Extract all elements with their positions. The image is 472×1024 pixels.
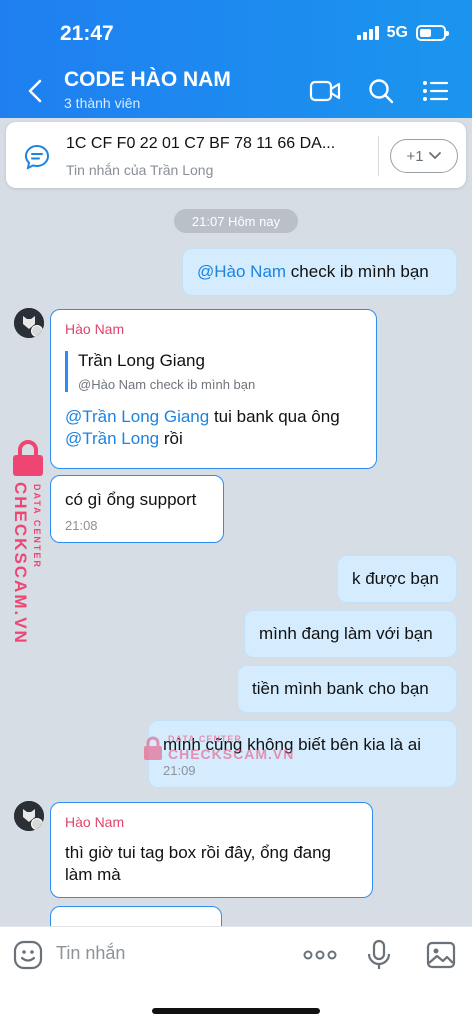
pinned-author: Tin nhắn của Trần Long [66,162,214,178]
time-separator: 21:07 Hôm nay [174,209,298,233]
message-bubble-incoming[interactable]: Hào Nam Trần Long Giang @Hào Nam check i… [50,309,377,469]
sender-name[interactable]: Hào Nam [65,814,372,830]
quoted-message[interactable]: Trần Long Giang @Hào Nam check ib mình b… [65,351,376,392]
message-body: @Trần Long Giang tui bank qua ông @Trần … [65,406,376,450]
quote-author: Trần Long Giang [78,351,205,370]
chat-header: 21:47 5G CODE HÀO NAM 3 thành viên [0,0,472,118]
watermark-tagline: DATA CENTER [32,484,42,569]
message-bubble-outgoing[interactable]: k được bạn [337,555,457,603]
watermark-brand: CHECKSCAM.VN [168,746,295,762]
lock-icon [13,440,43,476]
status-indicators: 5G [356,24,449,42]
pinned-message[interactable]: 1C CF F0 22 01 C7 BF 78 11 66 DA... Tin … [6,122,466,188]
message-text: thì giờ tui tag box rồi đây, ổng đang [65,843,332,862]
video-call-button[interactable] [308,74,342,108]
options-button[interactable] [418,74,452,108]
back-icon [28,79,42,103]
message-bubble-incoming[interactable]: Hào Nam thì giờ tui tag box rồi đây, ổng… [50,802,373,898]
pinned-more-label: +1 [406,147,424,165]
avatar-badge [31,325,43,337]
pinned-more-button[interactable]: +1 [390,139,458,173]
message-time: 21:08 [65,518,98,533]
chat-bubble-icon [24,144,50,170]
battery-icon [416,25,449,41]
message-bubble-incoming[interactable]: có gì ổng support 21:08 [50,475,224,543]
mention[interactable]: @Trần Long [65,429,159,448]
message-text: làm mà [65,865,121,884]
image-icon[interactable] [426,941,456,969]
sender-name[interactable]: Hào Nam [65,321,376,337]
message-text: mình đang làm với bạn [259,624,433,643]
watermark-tagline: DATA CENTER [168,734,242,744]
chat-title[interactable]: CODE HÀO NAM [64,68,231,92]
message-bubble-outgoing[interactable]: tiền mình bank cho bạn [237,665,457,713]
message-text: rồi [159,429,183,448]
watermark-vertical: CHECKSCAM.VN DATA CENTER [4,440,48,645]
watermark-brand: CHECKSCAM.VN [11,482,30,645]
status-time: 21:47 [60,22,114,45]
avatar-badge [31,818,43,830]
avatar[interactable] [14,308,44,338]
pinned-divider [378,136,379,176]
signal-icon [356,26,379,40]
lock-icon [144,736,162,760]
search-button[interactable] [364,74,398,108]
message-input[interactable]: Tin nhắn [56,943,125,964]
sticker-icon[interactable] [12,939,44,971]
video-call-icon [309,80,341,102]
avatar[interactable] [14,801,44,831]
watermark-center: DATA CENTER CHECKSCAM.VN [142,732,302,772]
message-bubble-outgoing[interactable]: mình đang làm với bạn [244,610,457,658]
more-icon[interactable] [300,943,340,967]
pinned-text: 1C CF F0 22 01 C7 BF 78 11 66 DA... [66,135,336,152]
message-text: tiền mình bank cho bạn [252,679,429,698]
network-label: 5G [386,24,408,41]
back-button[interactable] [20,76,50,106]
message-bubble-outgoing[interactable]: @Hào Nam check ib mình bạn [182,248,457,296]
message-text: có gì ổng support [65,490,197,509]
search-icon [369,79,394,104]
quote-text: @Hào Nam check ib mình bạn [78,377,256,392]
chevron-down-icon [428,152,441,160]
message-text: tui bank qua ông [209,407,340,426]
mention[interactable]: @Hào Nam [197,262,286,281]
message-body: thì giờ tui tag box rồi đây, ổng đang là… [65,842,372,886]
microphone-icon[interactable] [366,939,392,971]
list-icon [423,81,449,101]
message-text: check ib mình bạn [286,262,429,281]
message-text: k được bạn [352,569,439,588]
home-indicator [152,1008,320,1014]
member-count[interactable]: 3 thành viên [64,95,140,111]
mention[interactable]: @Trần Long Giang [65,407,209,426]
